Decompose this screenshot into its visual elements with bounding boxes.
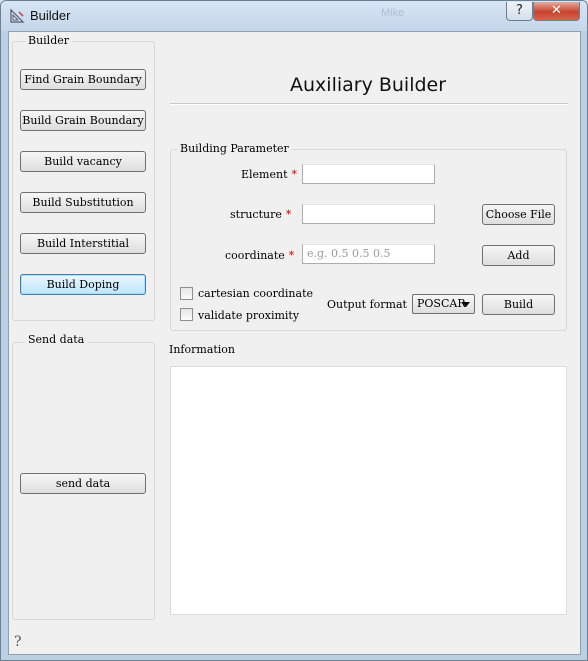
- help-icon[interactable]: ?: [14, 634, 22, 650]
- close-button[interactable]: ✕: [533, 2, 580, 21]
- title-bar[interactable]: Builder Mike ? ✕: [1, 1, 587, 31]
- choose-file-button[interactable]: Choose File: [482, 204, 555, 225]
- element-required-mark: *: [291, 168, 298, 181]
- coordinate-required-mark: *: [288, 249, 295, 262]
- information-label: Information: [169, 343, 236, 356]
- build-grain-boundary-button[interactable]: Build Grain Boundary: [20, 110, 146, 131]
- output-format-value: POSCAR: [417, 297, 466, 310]
- information-output-area[interactable]: [170, 366, 567, 615]
- cartesian-coordinate-label: cartesian coordinate: [198, 287, 314, 300]
- dialog-content: Builder Find Grain Boundary Build Grain …: [8, 31, 581, 655]
- send-data-button[interactable]: send data: [20, 473, 146, 494]
- coordinate-label-text: coordinate: [225, 249, 285, 262]
- element-label: Element *: [241, 168, 297, 181]
- builder-group-title: Builder: [25, 34, 73, 47]
- find-grain-boundary-button[interactable]: Find Grain Boundary: [20, 69, 146, 90]
- output-format-label: Output format: [327, 298, 407, 311]
- cartesian-coordinate-checkbox[interactable]: [180, 287, 193, 300]
- structure-label-text: structure: [230, 208, 282, 221]
- build-vacancy-button[interactable]: Build vacancy: [20, 151, 146, 172]
- help-button[interactable]: ?: [506, 2, 533, 21]
- build-substitution-button[interactable]: Build Substitution: [20, 192, 146, 213]
- send-data-group-title: Send data: [25, 333, 88, 346]
- output-format-select[interactable]: POSCAR: [412, 294, 475, 314]
- coordinate-label: coordinate *: [225, 249, 294, 262]
- add-button[interactable]: Add: [482, 245, 555, 266]
- chevron-down-icon: [462, 302, 470, 307]
- page-title: Auxiliary Builder: [290, 74, 447, 96]
- build-doping-button[interactable]: Build Doping: [20, 274, 146, 295]
- background-window-title: Mike: [381, 7, 405, 19]
- element-input[interactable]: [302, 164, 435, 184]
- build-interstitial-button[interactable]: Build Interstitial: [20, 233, 146, 254]
- coordinate-input[interactable]: e.g. 0.5 0.5 0.5: [302, 244, 435, 264]
- structure-label: structure *: [230, 208, 291, 221]
- builder-window: Builder Mike ? ✕ Builder Find Grain Boun…: [0, 0, 588, 661]
- element-label-text: Element: [241, 168, 288, 181]
- building-parameter-title: Building Parameter: [177, 142, 292, 155]
- validate-proximity-checkbox[interactable]: [180, 308, 193, 321]
- validate-proximity-label: validate proximity: [198, 309, 300, 322]
- window-title: Builder: [30, 8, 71, 23]
- app-icon: [10, 8, 25, 23]
- structure-input[interactable]: [302, 204, 435, 224]
- heading-divider: [170, 103, 568, 105]
- structure-required-mark: *: [285, 208, 292, 221]
- build-button[interactable]: Build: [482, 294, 555, 315]
